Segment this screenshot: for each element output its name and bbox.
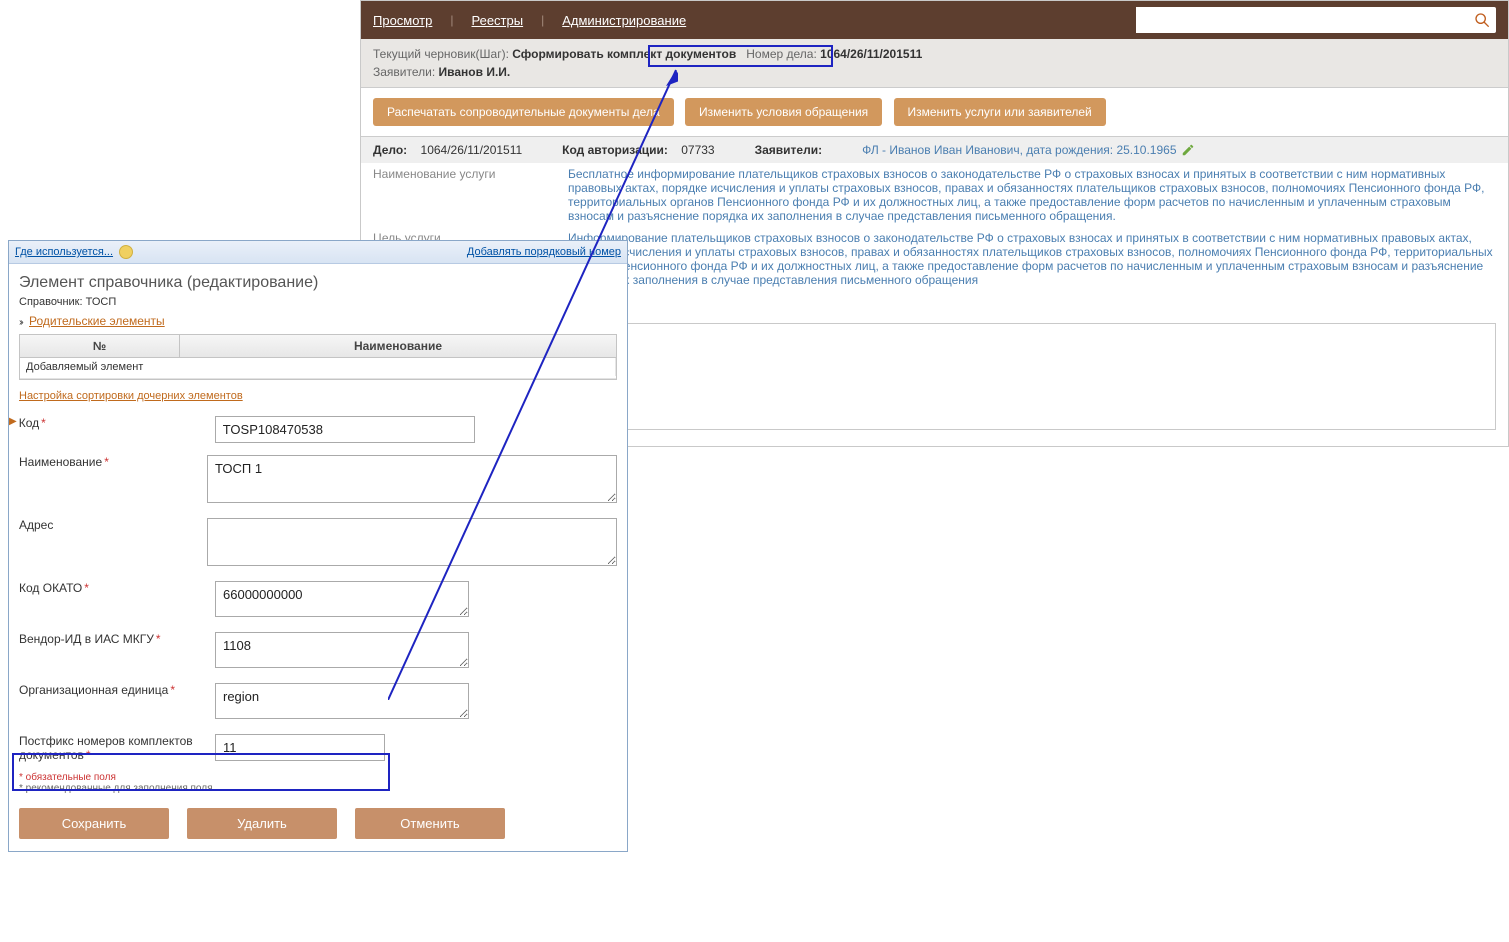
required-mark: * (84, 581, 89, 595)
applicant-link[interactable]: ФЛ - Иванов Иван Иванович, дата рождения… (862, 143, 1176, 157)
dict-label: Справочник: ТОСП (19, 296, 617, 308)
auth-field-label: Код авторизации: (562, 143, 668, 157)
required-mark: * (104, 455, 109, 469)
service-name-label: Наименование услуги (373, 167, 568, 223)
dialog-heading: Элемент справочника (редактирование) (19, 274, 617, 292)
add-seq-link[interactable]: Добавлять порядковый номер (467, 246, 621, 258)
reference-editor-dialog: Где используется... Добавлять порядковый… (8, 240, 628, 852)
required-note: * обязательные поля (19, 772, 116, 783)
table-row: Добавляемый элемент (20, 358, 616, 376)
nav-link-registers[interactable]: Реестры (472, 13, 524, 28)
code-label: Код (19, 416, 39, 430)
action-bar: Распечатать сопроводительные документы д… (361, 88, 1508, 136)
col-name: Наименование (180, 335, 616, 357)
search-box (1136, 7, 1496, 33)
vendor-label: Вендор-ИД в ИАС МКГУ (19, 632, 154, 646)
postfix-input[interactable] (215, 734, 385, 761)
required-mark: * (170, 683, 175, 697)
service-name-value: Бесплатное информирование плательщиков с… (568, 167, 1496, 223)
okato-label: Код ОКАТО (19, 581, 82, 595)
col-number: № (20, 335, 180, 357)
auth-field-value: 07733 (681, 143, 714, 157)
change-conditions-button[interactable]: Изменить условия обращения (685, 98, 882, 126)
vendor-textarea[interactable]: 1108 (215, 632, 469, 668)
row-marker-icon: ▶ (9, 416, 17, 427)
draft-value: Сформировать комплект документов (512, 47, 736, 61)
reference-form: ▶ Код* Наименование* ТОСП 1 Адрес Код ОК… (19, 410, 617, 768)
address-textarea[interactable] (207, 518, 617, 566)
code-input[interactable] (215, 416, 475, 443)
org-textarea[interactable]: region (215, 683, 469, 719)
where-used-link[interactable]: Где используется... (15, 246, 113, 258)
service-goal-value: Информирование плательщиков страховых вз… (568, 231, 1496, 287)
case-number-value: 1064/26/11/201511 (820, 47, 922, 61)
name-textarea[interactable]: ТОСП 1 (207, 455, 617, 503)
dialog-titlebar: Где используется... Добавлять порядковый… (9, 241, 627, 264)
sort-settings-link[interactable]: Настройка сортировки дочерних элементов (19, 390, 617, 402)
case-field-label: Дело: (373, 143, 407, 157)
applicants-value: Иванов И.И. (439, 65, 511, 79)
parents-table: № Наименование Добавляемый элемент (19, 334, 617, 380)
draft-label: Текущий черновик(Шаг): (373, 47, 509, 61)
delete-button[interactable]: Удалить (187, 808, 337, 839)
parents-link[interactable]: Родительские элементы (29, 314, 165, 328)
nav-separator: | (541, 13, 544, 27)
added-element-label: Добавляемый элемент (20, 358, 616, 376)
case-head-row: Дело: 1064/26/11/201511 Код авторизации:… (361, 137, 1508, 163)
dialog-buttons: Сохранить Удалить Отменить (9, 798, 627, 851)
pencil-icon[interactable] (1181, 143, 1195, 157)
crumbs: Текущий черновик(Шаг): Сформировать комп… (361, 39, 1508, 88)
postfix-label: Постфикс номеров комплектов документов (19, 734, 193, 762)
required-mark: * (41, 416, 46, 430)
print-docs-button[interactable]: Распечатать сопроводительные документы д… (373, 98, 674, 126)
lightbulb-icon (119, 245, 133, 259)
required-mark: * (156, 632, 161, 646)
search-icon[interactable] (1468, 7, 1496, 33)
top-nav: Просмотр | Реестры | Администрирование (361, 1, 1508, 39)
nav-link-admin[interactable]: Администрирование (562, 13, 686, 28)
cancel-button[interactable]: Отменить (355, 808, 505, 839)
save-button[interactable]: Сохранить (19, 808, 169, 839)
okato-textarea[interactable]: 66000000000 (215, 581, 469, 617)
nav-link-view[interactable]: Просмотр (373, 13, 432, 28)
address-label: Адрес (19, 518, 53, 532)
regulation-value: нет (568, 295, 1496, 309)
search-input[interactable] (1136, 7, 1468, 33)
collapse-icon[interactable]: ›› (19, 317, 22, 328)
change-services-button[interactable]: Изменить услуги или заявителей (894, 98, 1106, 126)
name-label: Наименование (19, 455, 102, 469)
case-number-label: Номер дела: (746, 47, 817, 61)
required-mark: * (86, 748, 91, 762)
nav-separator: | (450, 13, 453, 27)
applicants-field-label: Заявители: (755, 143, 823, 157)
case-field-value: 1064/26/11/201511 (421, 143, 523, 157)
org-label: Организационная единица (19, 683, 168, 697)
form-notes: * обязательные поля * рекомендованные дл… (19, 772, 617, 794)
recommended-note: * рекомендованные для заполнения поля (19, 783, 617, 794)
dialog-body: Элемент справочника (редактирование) Спр… (9, 264, 627, 798)
table-row: Наименование услуги Бесплатное информиро… (373, 163, 1496, 227)
applicants-label: Заявители: (373, 65, 435, 79)
